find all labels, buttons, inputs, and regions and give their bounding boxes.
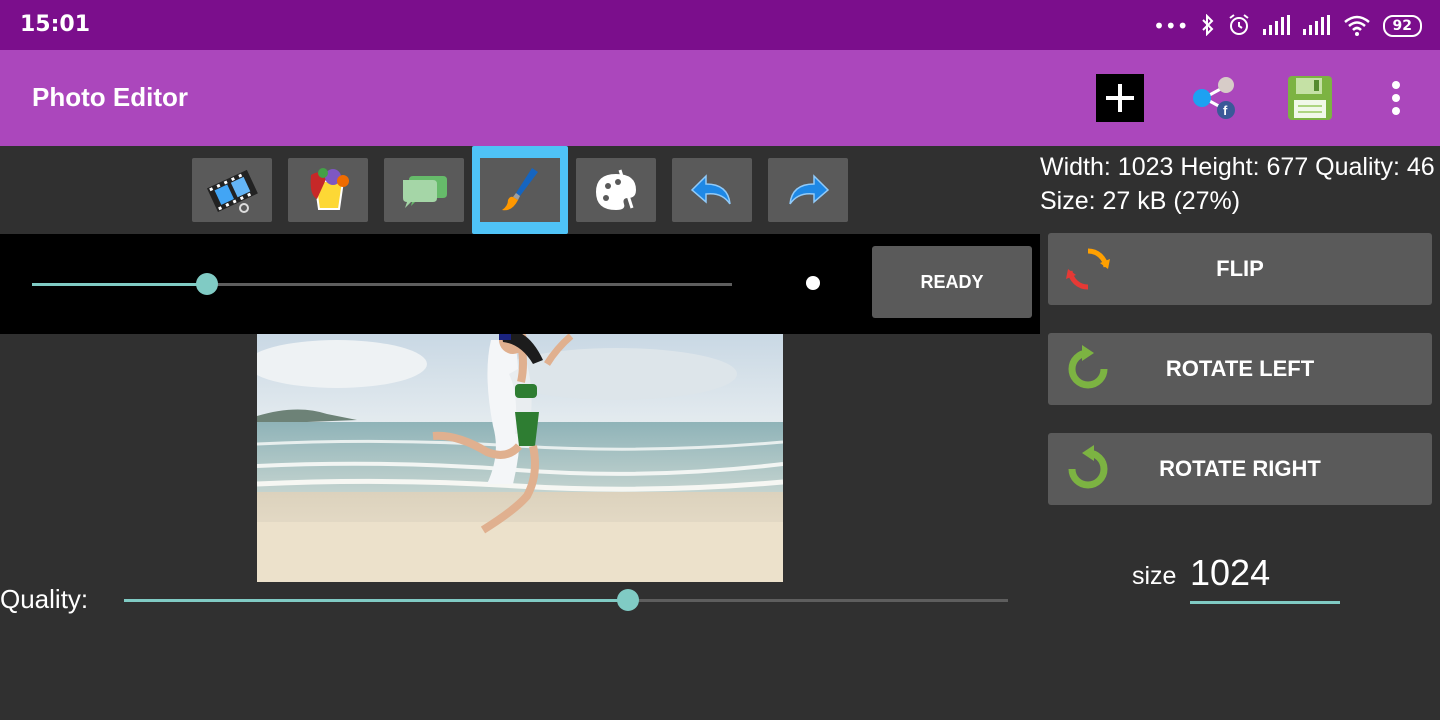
tool-paint-bucket-button[interactable] (288, 158, 368, 222)
ready-button[interactable]: READY (872, 246, 1032, 318)
brush-size-slider[interactable] (32, 273, 732, 295)
tool-undo-button[interactable] (672, 158, 752, 222)
photo-canvas[interactable] (257, 334, 783, 582)
rotate-left-label: ROTATE LEFT (1165, 356, 1315, 381)
add-icon (1106, 84, 1134, 112)
brush-size-preview-dot (806, 276, 820, 290)
app-title: Photo Editor (32, 82, 188, 112)
undo-icon (690, 174, 731, 205)
rotate-left-button[interactable]: ROTATE LEFT (1048, 333, 1432, 405)
paint-bucket-icon (310, 168, 349, 210)
tool-filmstrip-button[interactable] (192, 158, 272, 222)
app-bar: Photo Editor f (0, 50, 1440, 146)
brush-size-panel: READY (0, 234, 1040, 334)
rotate-right-button[interactable]: ROTATE RIGHT (1048, 433, 1432, 505)
size-label: size (1132, 562, 1177, 590)
more-icon: ••• (1153, 14, 1189, 38)
flip-button[interactable]: FLIP (1048, 233, 1432, 305)
brush-size-slider-thumb[interactable] (196, 273, 218, 295)
signal-icon (1262, 14, 1291, 38)
tool-speech-bubble-button[interactable] (384, 158, 464, 222)
share-button[interactable]: f (1190, 74, 1238, 122)
quality-slider[interactable] (124, 589, 1008, 611)
rotate-right-label: ROTATE RIGHT (1159, 456, 1321, 481)
speech-bubble-icon (403, 176, 447, 208)
add-button[interactable] (1096, 74, 1144, 122)
status-icons: ••• 92 (1153, 12, 1422, 40)
status-time: 15:01 (20, 12, 91, 37)
redo-icon (789, 174, 830, 205)
share-icon: f (1193, 77, 1235, 119)
bluetooth-icon (1201, 13, 1215, 39)
save-icon (1288, 76, 1332, 120)
battery-indicator: 92 (1382, 15, 1422, 37)
status-bar: 15:01 ••• 92 (0, 0, 1440, 50)
image-info-text: Width: 1023 Height: 677 Quality: 46 Size… (1040, 153, 1435, 215)
quality-slider-fill (124, 599, 628, 602)
palette-icon (596, 169, 636, 210)
size-input[interactable]: 1024 (1190, 552, 1340, 604)
tool-brush-inner (480, 158, 560, 222)
overflow-menu-button[interactable] (1372, 74, 1420, 122)
signal-icon (1302, 14, 1331, 38)
svg-text:f: f (1223, 103, 1228, 118)
alarm-icon (1227, 13, 1251, 40)
more-vert-icon (1392, 81, 1400, 115)
filmstrip-icon (206, 169, 258, 213)
tool-brush-button[interactable] (472, 146, 568, 234)
brush-icon (502, 168, 538, 211)
flip-label: FLIP (1216, 256, 1264, 281)
tool-palette-button[interactable] (576, 158, 656, 222)
tool-redo-button[interactable] (768, 158, 848, 222)
brush-size-slider-fill (32, 283, 207, 286)
quality-slider-thumb[interactable] (616, 589, 639, 611)
save-button[interactable] (1286, 74, 1334, 122)
wifi-icon (1343, 14, 1371, 39)
quality-label: Quality: (0, 584, 89, 614)
